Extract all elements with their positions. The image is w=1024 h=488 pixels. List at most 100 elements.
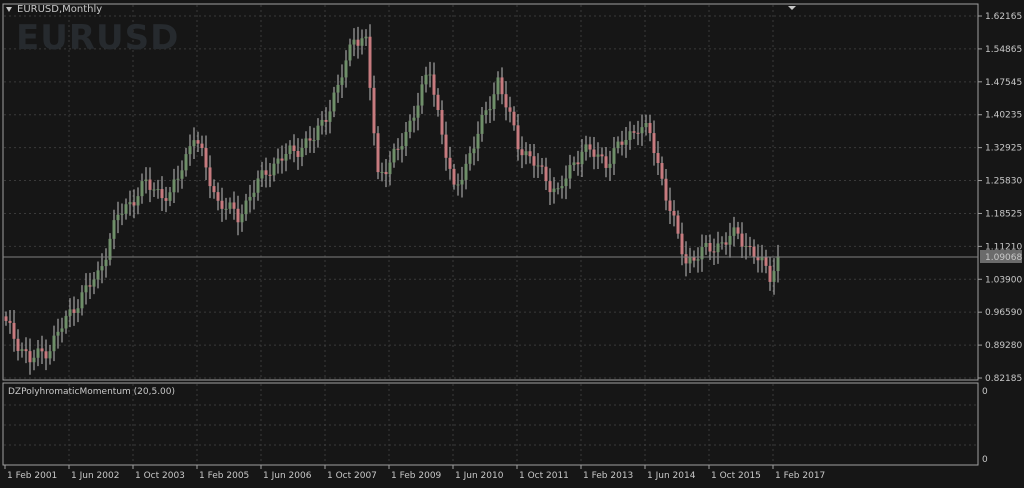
candle-bull (172, 179, 176, 193)
candle-bear (376, 133, 380, 173)
candle-bear (660, 163, 664, 179)
candle-bear (440, 110, 444, 135)
candle-bear (512, 111, 516, 126)
candle-bear (516, 125, 520, 150)
candle-bull (460, 179, 464, 185)
candle-bear (28, 351, 32, 363)
candle-bull (336, 84, 340, 93)
candle-bull (428, 74, 432, 76)
candle-bull (48, 351, 52, 359)
candle-bear (712, 251, 716, 253)
time-axis: 1 Feb 2001 1 Jun 2002 1 Oct 2003 1 Feb 2005… (4, 465, 825, 481)
time-tick-label: 1 Jun 2006 (263, 471, 312, 481)
candle-bull (628, 131, 632, 140)
price-tick-label: 1.25830 (985, 177, 1022, 187)
candle-bull (360, 38, 364, 46)
candle-bear (576, 162, 580, 165)
candle-bull (152, 189, 156, 191)
candle-bull (760, 257, 764, 261)
time-tick-label: 1 Jun 2014 (647, 471, 696, 481)
candle-bear (196, 140, 200, 144)
candle-bull (776, 256, 780, 272)
indicator-tick-bottom: 0 (982, 455, 988, 465)
candle-bull (420, 84, 424, 106)
candle-bull (644, 122, 648, 128)
candle-bear (740, 233, 744, 247)
indicator-tick-top: 0 (982, 387, 988, 397)
candle-bear (148, 179, 152, 190)
candle-bull (248, 196, 252, 201)
candle-bear (436, 94, 440, 111)
candle-bull (424, 74, 428, 85)
price-tick-label: 1.32925 (985, 144, 1022, 154)
candle-bull (176, 178, 180, 180)
candle-bull (564, 178, 568, 187)
time-tick-label: 1 Oct 2011 (519, 471, 569, 481)
indicator-title: DZPolyhromaticMomentum (20,5.00) (8, 387, 176, 397)
candle-bull (596, 154, 600, 157)
candle-bear (296, 151, 300, 157)
candle-bear (708, 242, 712, 252)
candle-bull (468, 153, 472, 164)
candle-bull (184, 154, 188, 171)
candle-bull (456, 184, 460, 186)
candle-bear (204, 148, 208, 168)
candle-bull (92, 279, 96, 287)
candle-bear (220, 200, 224, 209)
candle-bear (452, 168, 456, 185)
candle-bull (464, 163, 468, 180)
candle-bull (120, 213, 124, 215)
candle-bear (520, 149, 524, 156)
candle-bull (140, 181, 144, 197)
candle-bull (112, 220, 116, 239)
chart-symbol-title[interactable]: EURUSD,Monthly (6, 4, 102, 15)
candle-bull (572, 162, 576, 166)
candle-bull (332, 92, 336, 112)
candle-bear (528, 151, 532, 157)
candle-bear (656, 153, 660, 164)
candle-bull (96, 270, 100, 280)
candle-bull (36, 348, 40, 358)
candle-bull (116, 214, 120, 221)
candle-bull (168, 192, 172, 201)
candle-bull (240, 214, 244, 223)
time-tick-label: 1 Feb 2009 (391, 471, 442, 481)
candle-bull (348, 44, 352, 61)
candle-bear (764, 257, 768, 266)
candle-bear (748, 245, 752, 247)
candle-bull (704, 242, 708, 248)
candle-bull (64, 315, 68, 329)
candle-bear (356, 39, 360, 46)
chart-title-text: EURUSD,Monthly (17, 4, 103, 15)
candle-bear (444, 134, 448, 158)
candle-bear (668, 200, 672, 211)
candle-bull (144, 179, 148, 182)
candle-bear (600, 154, 604, 157)
candle-bull (388, 162, 392, 175)
candle-bull (128, 202, 132, 205)
candle-bear (540, 165, 544, 167)
price-axis: 1.62165 1.54865 1.47545 1.40235 1.32925 1.258… (978, 12, 1022, 384)
price-tick-label: 0.82185 (985, 374, 1022, 384)
dropdown-triangle-icon[interactable] (6, 6, 12, 12)
candle-bear (72, 309, 76, 313)
candle-bull (560, 186, 564, 189)
candle-bull (124, 204, 128, 214)
candle-bull (364, 36, 368, 39)
candle-bull (552, 188, 556, 193)
candle-bull (496, 77, 500, 95)
candle-bear (508, 107, 512, 112)
candle-bear (652, 133, 656, 154)
candle-bear (648, 122, 652, 134)
candle-bull (328, 111, 332, 122)
candle-bull (696, 259, 700, 261)
candle-bear (588, 144, 592, 150)
candle-bear (692, 257, 696, 261)
candle-bull (536, 165, 540, 167)
candle-bull (580, 151, 584, 165)
candle-bear (368, 36, 372, 88)
candle-bull (56, 331, 60, 336)
price-tick-label: 0.96590 (985, 308, 1022, 318)
time-tick-label: 1 Jun 2010 (455, 471, 504, 481)
candle-bear (44, 351, 48, 359)
